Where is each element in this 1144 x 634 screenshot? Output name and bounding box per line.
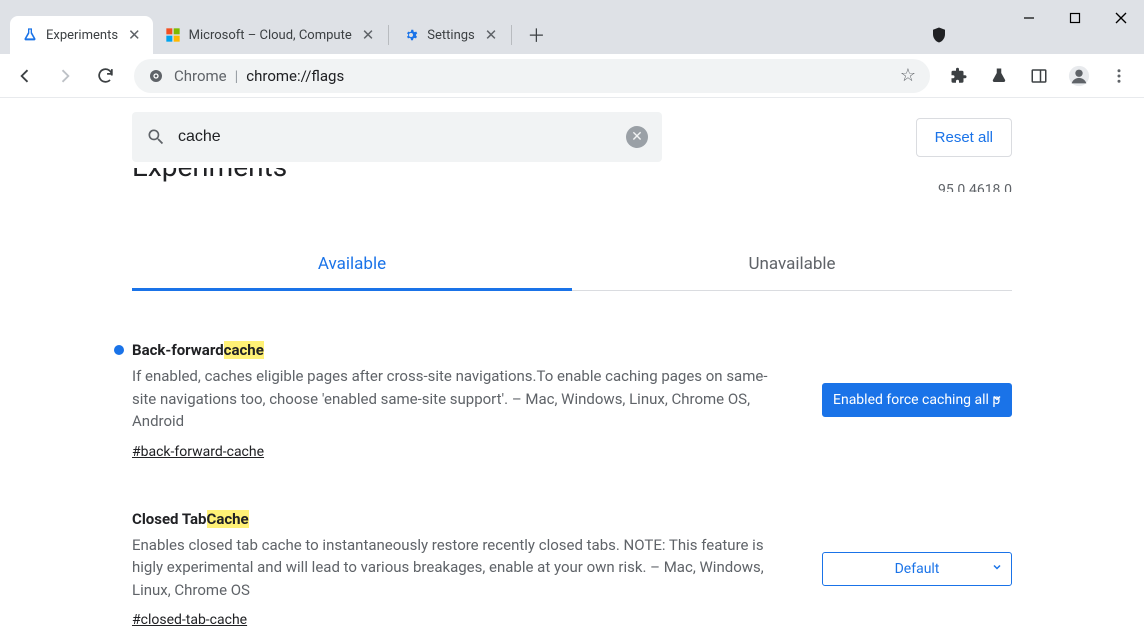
flask-icon	[22, 27, 38, 43]
browser-toolbar: Chrome | chrome://flags ☆	[0, 54, 1144, 98]
close-icon[interactable]: ✕	[362, 26, 375, 44]
flag-title-text: Closed Tab	[132, 510, 207, 528]
reset-all-button[interactable]: Reset all	[916, 118, 1012, 157]
flag-anchor-link[interactable]: #closed-tab-cache	[132, 612, 247, 628]
flag-select[interactable]: Default	[822, 552, 1012, 586]
tab-separator	[388, 25, 389, 45]
clear-search-icon[interactable]: ✕	[626, 126, 648, 148]
flag-item: Closed Tab Cache Enables closed tab cach…	[132, 510, 1012, 629]
flag-select-value: Default	[895, 561, 940, 577]
tab-separator	[511, 25, 512, 45]
labs-icon[interactable]	[982, 59, 1016, 93]
flag-select[interactable]: Enabled force caching all pages	[822, 383, 1012, 417]
flags-tabbar: Available Unavailable	[132, 240, 1012, 291]
close-icon[interactable]: ✕	[128, 26, 141, 44]
tab-title: Settings	[427, 28, 474, 43]
tab-unavailable[interactable]: Unavailable	[572, 240, 1012, 290]
search-icon	[146, 127, 166, 147]
tab-title: Microsoft – Cloud, Compute	[189, 28, 352, 43]
shield-icon[interactable]	[930, 26, 948, 44]
reload-button[interactable]	[88, 59, 122, 93]
site-info-icon[interactable]	[148, 68, 164, 84]
maximize-button[interactable]	[1052, 0, 1098, 36]
flag-title: Back-forward cache	[132, 341, 782, 359]
address-bar[interactable]: Chrome | chrome://flags ☆	[134, 59, 930, 93]
flag-title-highlight: cache	[224, 341, 264, 359]
tab-title: Experiments	[46, 28, 118, 43]
flags-search-box[interactable]: ✕	[132, 112, 662, 162]
version-label: 95.0.4618.0	[938, 182, 1012, 192]
close-window-button[interactable]	[1098, 0, 1144, 36]
chevron-down-icon	[991, 561, 1003, 577]
flag-description: Enables closed tab cache to instantaneou…	[132, 534, 782, 602]
gear-icon	[403, 27, 419, 43]
tab-available[interactable]: Available	[132, 240, 572, 291]
omnibox-host: Chrome	[174, 67, 227, 85]
new-tab-button[interactable]: ＋	[522, 21, 550, 49]
bookmark-star-icon[interactable]: ☆	[900, 65, 916, 86]
omnibox-path: chrome://flags	[246, 67, 344, 85]
profile-icon[interactable]	[1062, 59, 1096, 93]
page-viewport[interactable]: ✕ Reset all Experiments 95.0.4618.0 Avai…	[0, 98, 1144, 634]
extensions-icon[interactable]	[942, 59, 976, 93]
window-controls	[1006, 0, 1144, 36]
menu-icon[interactable]	[1102, 59, 1136, 93]
minimize-button[interactable]	[1006, 0, 1052, 36]
flag-title: Closed Tab Cache	[132, 510, 782, 528]
browser-tabstrip: Experiments ✕ Microsoft – Cloud, Compute…	[0, 0, 1144, 54]
sidepanel-icon[interactable]	[1022, 59, 1056, 93]
flag-title-highlight: Cache	[207, 510, 249, 528]
back-button[interactable]	[8, 59, 42, 93]
omnibox-separator: |	[235, 67, 239, 85]
page-title: Experiments	[132, 168, 287, 183]
modified-dot-icon	[114, 345, 124, 355]
flag-anchor-link[interactable]: #back-forward-cache	[132, 444, 264, 460]
flag-description: If enabled, caches eligible pages after …	[132, 365, 782, 433]
browser-tab-settings[interactable]: Settings ✕	[391, 16, 509, 54]
browser-tab-experiments[interactable]: Experiments ✕	[10, 16, 153, 54]
forward-button[interactable]	[48, 59, 82, 93]
chevron-down-icon	[991, 392, 1003, 408]
close-icon[interactable]: ✕	[485, 26, 498, 44]
flag-select-value: Enabled force caching all pages	[833, 392, 1001, 408]
browser-tab-microsoft[interactable]: Microsoft – Cloud, Compute ✕	[153, 16, 387, 54]
flag-item: Back-forward cache If enabled, caches el…	[132, 341, 1012, 460]
flag-title-text: Back-forward	[132, 341, 224, 359]
search-input[interactable]	[178, 128, 626, 146]
microsoft-icon	[165, 27, 181, 43]
